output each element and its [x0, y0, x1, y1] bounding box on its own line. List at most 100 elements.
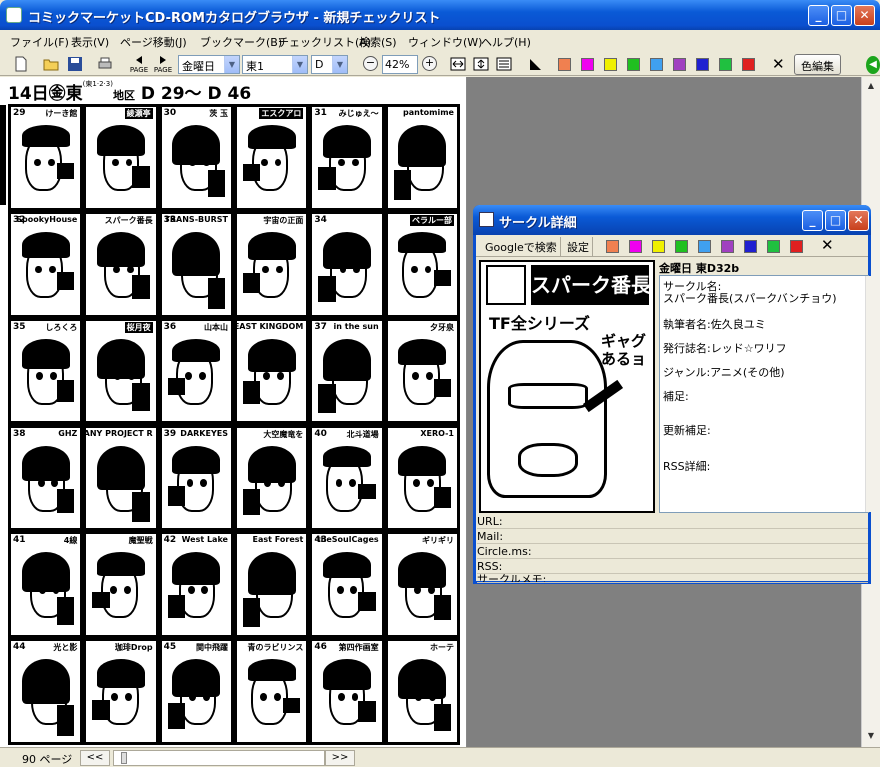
popup-minimize-button[interactable]: _	[802, 210, 823, 231]
slider-thumb[interactable]	[121, 752, 127, 764]
circle-cut-cell[interactable]: 桜月夜	[85, 319, 157, 423]
circle-cut-cell[interactable]: ホーテ	[386, 640, 458, 743]
popup-color-red[interactable]	[790, 240, 803, 253]
settings-button[interactable]: 設定	[564, 237, 593, 256]
fit-width-icon[interactable]	[449, 55, 467, 73]
day-select[interactable]: 金曜日 ▼	[178, 55, 240, 74]
circle-cut-cell[interactable]: 43 theSoulCages	[311, 533, 383, 637]
circle-cut-cell[interactable]: スパーク番長	[85, 212, 157, 316]
menu-view[interactable]: 表示(V)	[71, 34, 109, 50]
circle-cut-cell[interactable]: 36 山本山	[160, 319, 232, 423]
popup-color-blue[interactable]	[744, 240, 757, 253]
zoom-in-button[interactable]: +	[422, 56, 437, 71]
circle-cut-cell[interactable]: 33 TRANS-BURST	[160, 212, 232, 316]
print-icon[interactable]	[96, 55, 114, 73]
first-page-button[interactable]: <<	[80, 750, 110, 766]
save-icon[interactable]	[66, 55, 84, 73]
circle-cut-cell[interactable]: 大空魔竜を	[236, 426, 308, 530]
circle-cut-cell[interactable]: 魔聖戦	[85, 533, 157, 637]
circle-cut-cell[interactable]: ギリギリ	[386, 533, 458, 637]
color-swatch-yellow[interactable]	[604, 58, 617, 71]
circle-cut-cell[interactable]: 青のラビリンス	[236, 640, 308, 743]
popup-color-purple[interactable]	[721, 240, 734, 253]
circle-cut-cell[interactable]: 30 茨 玉	[160, 106, 232, 209]
clear-color-button[interactable]: ✕	[772, 55, 785, 73]
zoom-out-button[interactable]: −	[363, 56, 378, 71]
color-swatch-red[interactable]	[742, 58, 755, 71]
popup-color-green[interactable]	[675, 240, 688, 253]
popup-color-yellow[interactable]	[652, 240, 665, 253]
popup-clear-color-button[interactable]: ✕	[821, 236, 834, 254]
zoom-input[interactable]: 42%	[382, 55, 418, 74]
chevron-down-icon[interactable]: ▼	[292, 56, 307, 73]
close-button[interactable]: ✕	[854, 5, 875, 26]
circle-cut-cell[interactable]: 40 北斗道場	[311, 426, 383, 530]
new-file-icon[interactable]	[12, 55, 30, 73]
circle-cut-cell[interactable]: 宇宙の正面	[236, 212, 308, 316]
block-select[interactable]: D ▼	[311, 55, 348, 74]
circle-cut-cell[interactable]: ベラルー部	[386, 212, 458, 316]
color-swatch-blue[interactable]	[696, 58, 709, 71]
chevron-down-icon[interactable]: ▼	[224, 56, 239, 73]
fit-height-icon[interactable]	[472, 55, 490, 73]
scroll-down-icon[interactable]: ▼	[864, 729, 878, 743]
page-slider[interactable]	[113, 750, 325, 766]
prev-page-button[interactable]: PAGE	[126, 54, 152, 74]
color-swatch-skyblue[interactable]	[650, 58, 663, 71]
color-swatch-green[interactable]	[627, 58, 640, 71]
corner-mark-icon[interactable]	[526, 55, 544, 73]
circle-cut-cell[interactable]: BEAST KINGDOM	[236, 319, 308, 423]
popup-color-orange[interactable]	[606, 240, 619, 253]
circle-cut-cell[interactable]: 珈琲Drop	[85, 640, 157, 743]
circle-cut-cell[interactable]: 31 みじゅえ〜	[311, 106, 383, 209]
fit-page-icon[interactable]	[495, 55, 513, 73]
popup-close-button[interactable]: ✕	[848, 210, 869, 231]
minimize-button[interactable]: _	[808, 5, 829, 26]
menu-window[interactable]: ウィンドウ(W)	[408, 34, 482, 50]
circle-cut-cell[interactable]: LAZY COMPANY PROJECT R	[85, 426, 157, 530]
circle-cut-cell[interactable]: 37 in the sun	[311, 319, 383, 423]
color-swatch-purple[interactable]	[673, 58, 686, 71]
menu-file[interactable]: ファイル(F)	[10, 34, 69, 50]
circle-cut-cell[interactable]: 綾瀬亭	[85, 106, 157, 209]
next-page-button[interactable]: PAGE	[150, 54, 176, 74]
circle-cut-cell[interactable]: East Forest	[236, 533, 308, 637]
circle-cut-cell[interactable]: 41 4線	[10, 533, 82, 637]
last-page-button[interactable]: >>	[325, 750, 355, 766]
circle-cut-cell[interactable]: XERO-1	[386, 426, 458, 530]
circle-cut-cell[interactable]: pantomime	[386, 106, 458, 209]
rss-field[interactable]: RSS:	[477, 560, 868, 574]
circle-cut-cell[interactable]: 38 GHZ	[10, 426, 82, 530]
circle-cut-cell[interactable]: 35 しろくろ	[10, 319, 82, 423]
circle-memo-field[interactable]: サークルメモ:	[477, 573, 868, 583]
menu-search[interactable]: 検索(S)	[359, 34, 397, 50]
color-swatch-lime[interactable]	[719, 58, 732, 71]
chevron-down-icon[interactable]: ▼	[332, 56, 347, 73]
circle-cut-cell[interactable]: 29 けーき館	[10, 106, 82, 209]
circle-ms-field[interactable]: Circle.ms:	[477, 545, 868, 559]
detail-scrollbar[interactable]	[865, 276, 880, 512]
circle-cut-cell[interactable]: 42 West Lake	[160, 533, 232, 637]
menu-help[interactable]: ヘルプ(H)	[481, 34, 531, 50]
open-folder-icon[interactable]	[42, 55, 60, 73]
popup-maximize-button[interactable]: □	[825, 210, 846, 231]
circle-cut-cell[interactable]: 45 関中飛躍	[160, 640, 232, 743]
color-edit-button[interactable]: 色編集	[794, 54, 841, 75]
circle-cut-cell[interactable]: エスクアロ	[236, 106, 308, 209]
go-icon[interactable]: ◀	[866, 56, 880, 74]
circle-detail-text[interactable]: サークル名: スパーク番長(スパークバンチョウ) 執筆者名:佐久良ユミ 発行誌名…	[659, 275, 880, 513]
circle-cut-cell[interactable]: 32 SpookyHouse	[10, 212, 82, 316]
color-swatch-orange[interactable]	[558, 58, 571, 71]
scroll-up-icon[interactable]: ▲	[864, 79, 878, 93]
menu-checklist[interactable]: チェックリスト(A)	[278, 34, 371, 50]
popup-color-lime[interactable]	[767, 240, 780, 253]
circle-cut-cell[interactable]: 46 第四作画室	[311, 640, 383, 743]
circle-cut-cell[interactable]: 34	[311, 212, 383, 316]
maximize-button[interactable]: □	[831, 5, 852, 26]
menu-page-jump[interactable]: ページ移動(J)	[120, 34, 187, 50]
menu-bookmark[interactable]: ブックマーク(B)	[200, 34, 282, 50]
circle-cut-cell[interactable]: 夕牙泉	[386, 319, 458, 423]
url-field[interactable]: URL:	[477, 515, 868, 529]
circle-cut-cell[interactable]: 44 光と影	[10, 640, 82, 743]
mail-field[interactable]: Mail:	[477, 530, 868, 544]
